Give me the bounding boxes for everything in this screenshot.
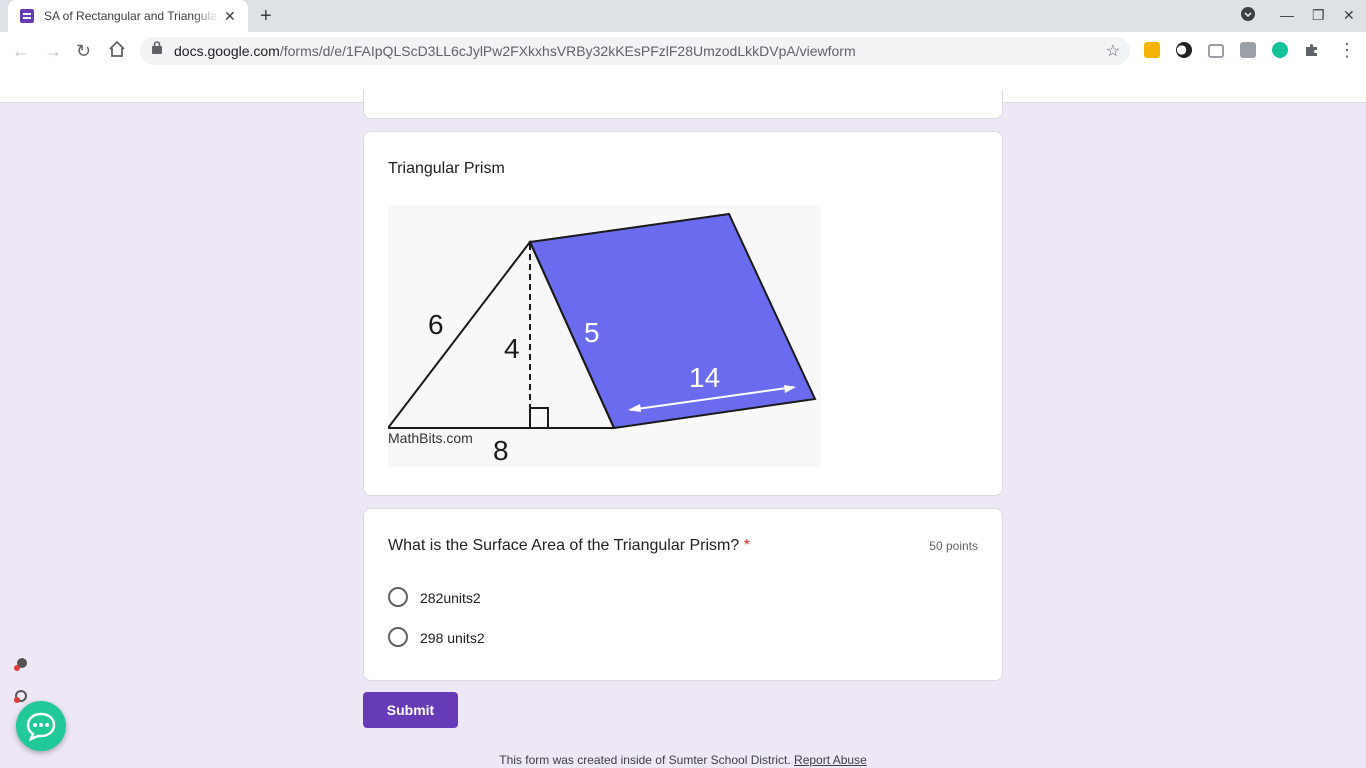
footer-text: This form was created inside of Sumter S… xyxy=(499,753,791,767)
pin-icon[interactable] xyxy=(14,657,28,671)
radio-button[interactable] xyxy=(388,627,408,647)
browser-tab[interactable]: SA of Rectangular and Triangular Prisms … xyxy=(8,0,248,32)
browser-menu-icon[interactable]: ⋮ xyxy=(1338,40,1356,60)
report-abuse-link[interactable]: Report Abuse xyxy=(794,753,867,767)
tab-title: SA of Rectangular and Triangular Prisms xyxy=(44,9,219,23)
watermark: MathBits.com xyxy=(388,430,473,446)
submit-button[interactable]: Submit xyxy=(363,692,458,728)
points-label: 50 points xyxy=(929,539,978,553)
section-title: Triangular Prism xyxy=(388,160,505,177)
new-tab-button[interactable]: + xyxy=(260,5,272,27)
home-icon[interactable] xyxy=(108,40,126,63)
required-mark: * xyxy=(743,537,750,554)
lock-icon xyxy=(152,41,162,54)
google-forms-icon xyxy=(20,9,34,23)
prism-face xyxy=(528,212,817,430)
address-bar[interactable]: docs.google.com/forms/d/e/1FAIpQLScD3LL6… xyxy=(140,37,1130,65)
label-length: 14 xyxy=(689,362,720,393)
dark-mode-icon[interactable] xyxy=(1176,42,1192,58)
classroom-icon[interactable] xyxy=(1144,42,1160,58)
section-card: Triangular Prism 6 4 5 14 8 MathBits.com xyxy=(363,131,1003,496)
form-footer: This form was created inside of Sumter S… xyxy=(0,753,1366,767)
previous-card xyxy=(363,90,1003,119)
question-title: What is the Surface Area of the Triangul… xyxy=(388,537,750,555)
screenshot-icon[interactable] xyxy=(1208,44,1224,58)
option-label: 298 units2 xyxy=(420,630,485,646)
close-tab-icon[interactable]: ✕ xyxy=(224,7,236,25)
chat-button[interactable] xyxy=(16,701,66,751)
bookmark-star-icon[interactable]: ☆ xyxy=(1106,41,1120,61)
reload-icon[interactable]: ↻ xyxy=(76,40,91,62)
label-slant: 6 xyxy=(428,309,444,340)
puzzle-icon[interactable] xyxy=(1304,42,1320,58)
label-side: 5 xyxy=(584,317,600,348)
label-base: 8 xyxy=(493,435,509,466)
url-text: docs.google.com/forms/d/e/1FAIpQLScD3LL6… xyxy=(174,43,856,59)
right-angle-mark xyxy=(529,407,549,429)
radio-button[interactable] xyxy=(388,587,408,607)
minimize-icon[interactable]: — xyxy=(1280,6,1294,24)
tab-search-icon[interactable] xyxy=(1240,6,1256,26)
label-height: 4 xyxy=(504,333,520,364)
restore-icon[interactable]: ❐ xyxy=(1312,6,1325,24)
question-text: What is the Surface Area of the Triangul… xyxy=(388,537,740,554)
tab-bar: SA of Rectangular and Triangular Prisms … xyxy=(0,0,1366,32)
triangular-prism-diagram: 6 4 5 14 8 MathBits.com xyxy=(387,212,817,466)
prism-figure: 6 4 5 14 8 MathBits.com xyxy=(387,206,821,467)
close-window-icon[interactable]: ✕ xyxy=(1343,6,1355,24)
tab-icon[interactable] xyxy=(1240,42,1256,58)
chat-bubble-icon xyxy=(26,712,56,742)
grammarly-icon[interactable] xyxy=(1272,42,1288,58)
option-label: 282units2 xyxy=(420,590,481,606)
back-icon[interactable]: ← xyxy=(12,40,30,62)
forward-icon[interactable]: → xyxy=(44,40,62,62)
question-card: What is the Surface Area of the Triangul… xyxy=(363,508,1003,681)
